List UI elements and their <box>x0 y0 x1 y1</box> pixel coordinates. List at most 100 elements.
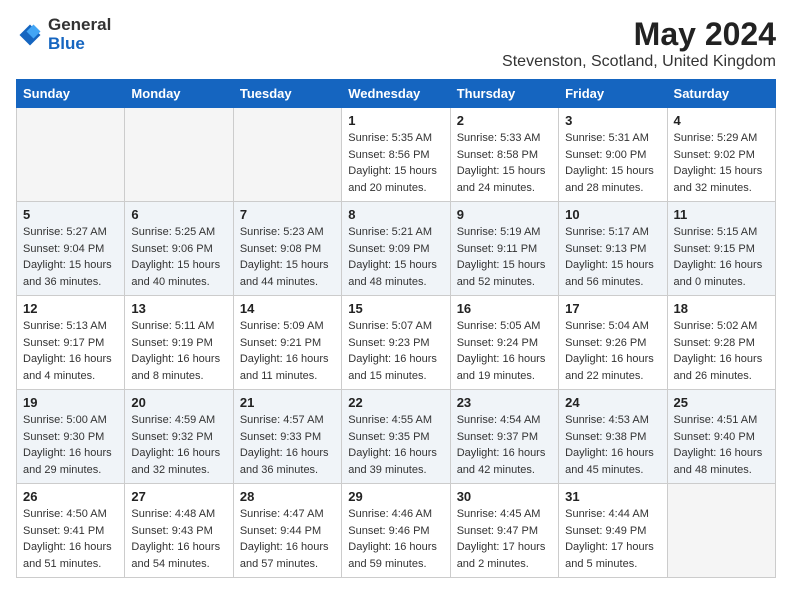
day-number: 22 <box>348 395 443 410</box>
day-info: Sunrise: 4:45 AMSunset: 9:47 PMDaylight:… <box>457 506 552 572</box>
day-info: Sunrise: 4:54 AMSunset: 9:37 PMDaylight:… <box>457 412 552 478</box>
day-info: Sunrise: 5:31 AMSunset: 9:00 PMDaylight:… <box>565 130 660 196</box>
calendar-cell: 5Sunrise: 5:27 AMSunset: 9:04 PMDaylight… <box>17 202 125 296</box>
calendar-cell: 26 Sunrise: 4:50 AMSunset: 9:41 PMDayligh… <box>17 484 125 578</box>
day-info: Sunrise: 4:51 AMSunset: 9:40 PMDaylight:… <box>674 412 769 478</box>
day-info: Sunrise: 4:59 AMSunset: 9:32 PMDaylight:… <box>131 412 226 478</box>
day-number: 24 <box>565 395 660 410</box>
calendar-cell: 28Sunrise: 4:47 AMSunset: 9:44 PMDayligh… <box>233 484 341 578</box>
day-info: Sunrise: 5:15 AMSunset: 9:15 PMDaylight:… <box>674 224 769 290</box>
logo-blue: Blue <box>48 35 111 54</box>
day-number: 23 <box>457 395 552 410</box>
day-number: 29 <box>348 489 443 504</box>
calendar-title: May 2024 <box>502 16 776 53</box>
calendar-cell: 19 Sunrise: 5:00 AMSunset: 9:30 PMDayligh… <box>17 390 125 484</box>
calendar-cell: 7 Sunrise: 5:23 AMSunset: 9:08 PMDaylight… <box>233 202 341 296</box>
weekday-header-tuesday: Tuesday <box>233 80 341 108</box>
weekday-header-monday: Monday <box>125 80 233 108</box>
logo-text: General Blue <box>48 16 111 53</box>
day-info: Sunrise: 5:00 AMSunset: 9:30 PMDaylight:… <box>23 412 118 478</box>
weekday-header-wednesday: Wednesday <box>342 80 450 108</box>
day-info: Sunrise: 5:21 AMSunset: 9:09 PMDaylight:… <box>348 224 443 290</box>
calendar-cell: 31 Sunrise: 4:44 AMSunset: 9:49 PMDayligh… <box>559 484 667 578</box>
day-info: Sunrise: 5:23 AMSunset: 9:08 PMDaylight:… <box>240 224 335 290</box>
calendar-cell: 21Sunrise: 4:57 AMSunset: 9:33 PMDayligh… <box>233 390 341 484</box>
weekday-header-row: SundayMondayTuesdayWednesdayThursdayFrid… <box>17 80 776 108</box>
calendar-cell <box>233 108 341 202</box>
calendar-cell: 29Sunrise: 4:46 AMSunset: 9:46 PMDayligh… <box>342 484 450 578</box>
calendar-cell: 13 Sunrise: 5:11 AMSunset: 9:19 PMDayligh… <box>125 296 233 390</box>
calendar-week-row: 26 Sunrise: 4:50 AMSunset: 9:41 PMDayligh… <box>17 484 776 578</box>
day-number: 13 <box>131 301 226 316</box>
day-number: 4 <box>674 113 769 128</box>
calendar-cell: 2Sunrise: 5:33 AMSunset: 8:58 PMDaylight… <box>450 108 558 202</box>
day-info: Sunrise: 5:09 AMSunset: 9:21 PMDaylight:… <box>240 318 335 384</box>
day-number: 27 <box>131 489 226 504</box>
day-number: 14 <box>240 301 335 316</box>
day-number: 31 <box>565 489 660 504</box>
title-block: May 2024 Stevenston, Scotland, United Ki… <box>502 16 776 71</box>
day-info: Sunrise: 4:48 AMSunset: 9:43 PMDaylight:… <box>131 506 226 572</box>
calendar-cell <box>17 108 125 202</box>
logo-general: General <box>48 16 111 35</box>
day-number: 19 <box>23 395 118 410</box>
day-info: Sunrise: 4:55 AMSunset: 9:35 PMDaylight:… <box>348 412 443 478</box>
calendar-week-row: 1Sunrise: 5:35 AMSunset: 8:56 PMDaylight… <box>17 108 776 202</box>
calendar-cell: 10 Sunrise: 5:17 AMSunset: 9:13 PMDayligh… <box>559 202 667 296</box>
calendar-cell: 15 Sunrise: 5:07 AMSunset: 9:23 PMDayligh… <box>342 296 450 390</box>
day-number: 25 <box>674 395 769 410</box>
day-number: 12 <box>23 301 118 316</box>
day-number: 6 <box>131 207 226 222</box>
calendar-week-row: 19 Sunrise: 5:00 AMSunset: 9:30 PMDayligh… <box>17 390 776 484</box>
day-number: 26 <box>23 489 118 504</box>
calendar-cell: 12 Sunrise: 5:13 AMSunset: 9:17 PMDayligh… <box>17 296 125 390</box>
day-info: Sunrise: 5:17 AMSunset: 9:13 PMDaylight:… <box>565 224 660 290</box>
calendar-cell <box>125 108 233 202</box>
day-info: Sunrise: 5:29 AMSunset: 9:02 PMDaylight:… <box>674 130 769 196</box>
calendar-cell: 27 Sunrise: 4:48 AMSunset: 9:43 PMDayligh… <box>125 484 233 578</box>
day-number: 10 <box>565 207 660 222</box>
calendar-week-row: 12 Sunrise: 5:13 AMSunset: 9:17 PMDayligh… <box>17 296 776 390</box>
day-info: Sunrise: 5:35 AMSunset: 8:56 PMDaylight:… <box>348 130 443 196</box>
day-number: 11 <box>674 207 769 222</box>
weekday-header-thursday: Thursday <box>450 80 558 108</box>
calendar-cell: 11 Sunrise: 5:15 AMSunset: 9:15 PMDayligh… <box>667 202 775 296</box>
day-info: Sunrise: 5:19 AMSunset: 9:11 PMDaylight:… <box>457 224 552 290</box>
calendar-cell: 17Sunrise: 5:04 AMSunset: 9:26 PMDayligh… <box>559 296 667 390</box>
weekday-header-saturday: Saturday <box>667 80 775 108</box>
day-number: 9 <box>457 207 552 222</box>
day-info: Sunrise: 5:11 AMSunset: 9:19 PMDaylight:… <box>131 318 226 384</box>
calendar-cell <box>667 484 775 578</box>
weekday-header-sunday: Sunday <box>17 80 125 108</box>
calendar-cell: 14 Sunrise: 5:09 AMSunset: 9:21 PMDayligh… <box>233 296 341 390</box>
day-info: Sunrise: 5:07 AMSunset: 9:23 PMDaylight:… <box>348 318 443 384</box>
day-number: 15 <box>348 301 443 316</box>
day-info: Sunrise: 5:13 AMSunset: 9:17 PMDaylight:… <box>23 318 118 384</box>
calendar-cell: 3Sunrise: 5:31 AMSunset: 9:00 PMDaylight… <box>559 108 667 202</box>
day-info: Sunrise: 4:57 AMSunset: 9:33 PMDaylight:… <box>240 412 335 478</box>
day-number: 7 <box>240 207 335 222</box>
calendar-cell: 6Sunrise: 5:25 AMSunset: 9:06 PMDaylight… <box>125 202 233 296</box>
day-number: 28 <box>240 489 335 504</box>
day-info: Sunrise: 4:50 AMSunset: 9:41 PMDaylight:… <box>23 506 118 572</box>
calendar-cell: 30Sunrise: 4:45 AMSunset: 9:47 PMDayligh… <box>450 484 558 578</box>
calendar-week-row: 5Sunrise: 5:27 AMSunset: 9:04 PMDaylight… <box>17 202 776 296</box>
calendar-subtitle: Stevenston, Scotland, United Kingdom <box>502 53 776 71</box>
day-info: Sunrise: 5:04 AMSunset: 9:26 PMDaylight:… <box>565 318 660 384</box>
logo-icon <box>16 21 44 49</box>
day-number: 8 <box>348 207 443 222</box>
calendar-cell: 4 Sunrise: 5:29 AMSunset: 9:02 PMDaylight… <box>667 108 775 202</box>
logo: General Blue <box>16 16 111 53</box>
day-info: Sunrise: 4:44 AMSunset: 9:49 PMDaylight:… <box>565 506 660 572</box>
calendar-cell: 24Sunrise: 4:53 AMSunset: 9:38 PMDayligh… <box>559 390 667 484</box>
day-number: 16 <box>457 301 552 316</box>
calendar-table: SundayMondayTuesdayWednesdayThursdayFrid… <box>16 79 776 578</box>
day-number: 2 <box>457 113 552 128</box>
day-number: 5 <box>23 207 118 222</box>
calendar-cell: 9 Sunrise: 5:19 AMSunset: 9:11 PMDaylight… <box>450 202 558 296</box>
day-info: Sunrise: 5:05 AMSunset: 9:24 PMDaylight:… <box>457 318 552 384</box>
day-number: 20 <box>131 395 226 410</box>
page-header: General Blue May 2024 Stevenston, Scotla… <box>16 16 776 71</box>
calendar-cell: 16 Sunrise: 5:05 AMSunset: 9:24 PMDayligh… <box>450 296 558 390</box>
calendar-cell: 22 Sunrise: 4:55 AMSunset: 9:35 PMDayligh… <box>342 390 450 484</box>
